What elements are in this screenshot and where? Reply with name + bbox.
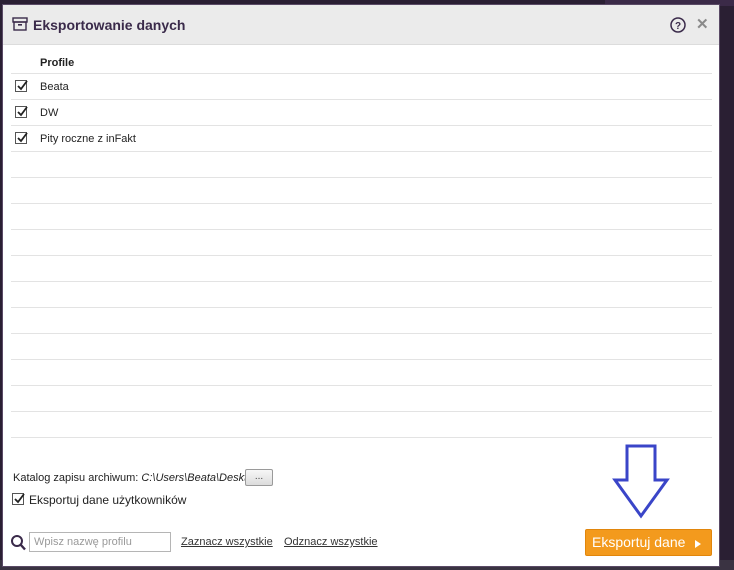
- empty-table-row: [11, 412, 712, 438]
- catalog-row: Katalog zapisu archiwum: C:\Users\Beata\…: [13, 472, 259, 484]
- empty-table-row: [11, 360, 712, 386]
- empty-table-row: [11, 256, 712, 282]
- play-triangle-icon: [695, 540, 701, 548]
- browse-button[interactable]: ...: [245, 469, 273, 486]
- checkmark-icon: [17, 106, 28, 117]
- profile-checkbox[interactable]: [15, 80, 28, 92]
- archive-box-icon: [12, 17, 28, 31]
- search-profile-input[interactable]: [29, 532, 171, 552]
- select-all-link[interactable]: Zaznacz wszystkie: [181, 536, 273, 548]
- empty-table-row: [11, 334, 712, 360]
- dialog-titlebar: Eksportowanie danych ? ✕: [3, 5, 719, 45]
- export-data-label: Eksportuj dane: [592, 534, 686, 550]
- empty-table-row: [11, 282, 712, 308]
- profile-checkbox[interactable]: [15, 132, 28, 144]
- empty-table-row: [11, 178, 712, 204]
- empty-table-row: [11, 230, 712, 256]
- annotation-down-arrow-icon: [612, 444, 670, 519]
- profiles-table: Profile Beata DW Pity roczne z inFakt: [11, 53, 712, 438]
- help-icon[interactable]: ?: [670, 17, 686, 33]
- profile-label: Beata: [40, 81, 69, 93]
- table-header: Profile: [11, 53, 712, 74]
- svg-text:?: ?: [675, 21, 681, 32]
- dialog-title: Eksportowanie danych: [33, 17, 186, 33]
- profile-checkbox[interactable]: [15, 106, 28, 118]
- checkmark-icon: [17, 132, 28, 143]
- checkmark-icon: [14, 493, 25, 504]
- close-icon[interactable]: ✕: [696, 17, 709, 33]
- catalog-path: C:\Users\Beata\Desktop: [141, 472, 260, 484]
- deselect-all-link[interactable]: Odznacz wszystkie: [284, 536, 378, 548]
- export-users-checkbox[interactable]: [12, 493, 25, 505]
- empty-table-row: [11, 152, 712, 178]
- profile-label: DW: [40, 107, 59, 119]
- table-row[interactable]: Pity roczne z inFakt: [11, 126, 712, 152]
- catalog-label: Katalog zapisu archiwum:: [13, 472, 139, 484]
- profile-label: Pity roczne z inFakt: [40, 133, 136, 145]
- table-row[interactable]: DW: [11, 100, 712, 126]
- export-users-label: Eksportuj dane użytkowników: [29, 493, 187, 507]
- column-header-profile: Profile: [40, 57, 75, 69]
- table-row[interactable]: Beata: [11, 74, 712, 100]
- export-data-button[interactable]: Eksportuj dane: [585, 529, 712, 556]
- checkmark-icon: [17, 80, 28, 91]
- empty-table-row: [11, 204, 712, 230]
- empty-table-row: [11, 386, 712, 412]
- empty-table-row: [11, 308, 712, 334]
- search-icon: [11, 535, 26, 551]
